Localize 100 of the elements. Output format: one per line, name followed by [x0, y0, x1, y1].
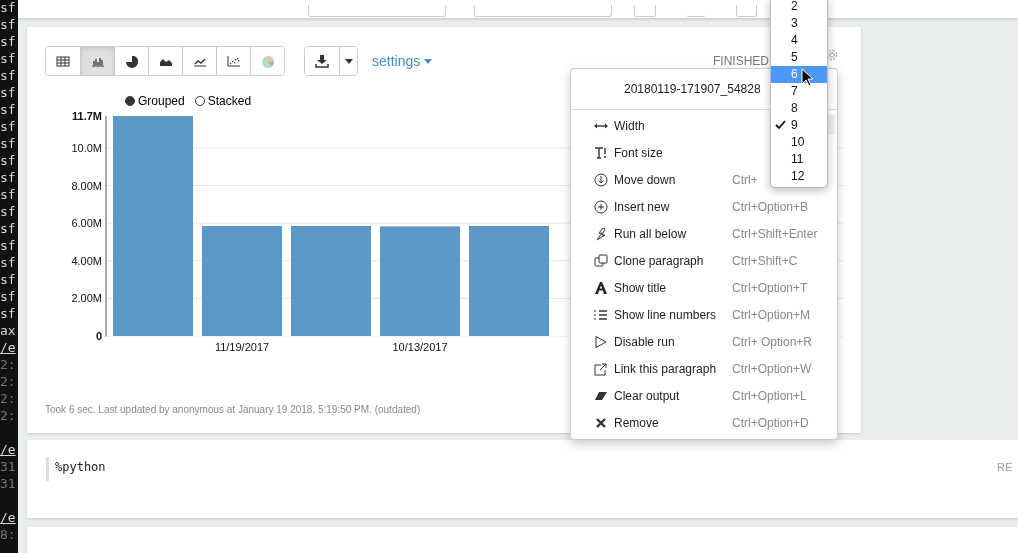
shortcut-text: Ctrl+ [732, 172, 758, 187]
width-option[interactable]: 10 [771, 134, 827, 151]
terminal-text: 2: [0, 407, 17, 424]
width-option[interactable]: 9 [771, 117, 827, 134]
width-option[interactable]: 7 [771, 83, 827, 100]
menu-item-label: Disable run [614, 334, 675, 349]
pie-chart-icon [124, 54, 139, 68]
terminal-text: sf [0, 186, 17, 203]
shortcut-text: Ctrl+Option+W [732, 361, 812, 376]
y-tick-label: 4.00M [71, 254, 102, 267]
caret-icon [344, 58, 353, 64]
terminal-text: sf [0, 169, 17, 186]
terminal-text: /e [0, 441, 17, 458]
y-tick-label: 2.00M [71, 292, 102, 305]
menu-item-label: Width [614, 118, 645, 133]
terminal-text: sf [0, 67, 17, 84]
terminal-text: sf [0, 135, 17, 152]
shortcut-text: Ctrl+ Option+R [732, 334, 813, 349]
y-tick-label: 0 [95, 330, 102, 342]
terminal-text: 2: [0, 390, 17, 407]
pie-chart-icon [260, 54, 275, 68]
terminal-text: /e [0, 339, 17, 356]
close-icon [594, 415, 608, 430]
terminal-text: 31 [0, 458, 17, 475]
width-option[interactable]: 8 [771, 100, 827, 117]
text-size-icon [594, 145, 608, 160]
terminal-text: sf [0, 118, 17, 135]
terminal-text: /e [0, 509, 17, 526]
terminal-text: sf [0, 16, 17, 33]
shortcut-text: Ctrl+Option+T [732, 280, 808, 295]
terminal-text: sf [0, 33, 17, 50]
status-label: RE [997, 461, 1013, 473]
width-option[interactable]: 11 [771, 151, 827, 168]
shortcut-text: Ctrl+Option+L [732, 388, 807, 403]
a-letter-icon [594, 280, 608, 295]
menu-item-label: Move down [614, 172, 676, 187]
settings-icon [825, 48, 839, 62]
terminal-text: sf [0, 84, 17, 101]
terminal-text: sf [0, 237, 17, 254]
terminal-text: sf [0, 271, 17, 288]
shortcut-text: Ctrl+Shift+C [732, 253, 798, 268]
shortcut-text: Ctrl+Option+D [732, 415, 809, 430]
terminal-text: sf [0, 203, 17, 220]
terminal-text: ax [0, 322, 17, 339]
check-icon [775, 120, 786, 130]
y-tick-label: 6.00M [71, 217, 102, 230]
menu-item-label: Run all below [614, 226, 687, 241]
download-icon [315, 54, 329, 68]
shortcut-text: Ctrl+Option+B [732, 199, 809, 214]
terminal-text: sf [0, 101, 17, 118]
plus-circle-icon [594, 199, 608, 214]
menu-title: 20180119-171907_54828 [624, 82, 761, 96]
legend-label: Stacked [207, 94, 252, 108]
terminal-text: sf [0, 254, 17, 271]
toolbar-button[interactable] [308, 5, 446, 17]
width-option[interactable]: 3 [771, 15, 827, 32]
shortcut-text: Ctrl+Option+M [732, 307, 811, 322]
terminal-text: sf [0, 288, 17, 305]
y-tick-label: 11.7M [72, 110, 102, 122]
width-option[interactable]: 2 [771, 0, 827, 15]
share-icon [594, 361, 608, 376]
terminal-text: 31 [0, 475, 17, 492]
radio-button[interactable] [125, 96, 135, 106]
terminal-text: 8: [0, 526, 17, 543]
terminal-text: sf [0, 220, 17, 237]
status-label: FINISHED [713, 54, 769, 68]
toolbar-button[interactable] [634, 5, 656, 17]
caret-icon [424, 58, 433, 64]
cursor-icon [801, 68, 814, 87]
menu-item-label: Clone paragraph [614, 253, 704, 268]
menu-item-label: Show line numbers [614, 307, 717, 322]
toolbar-button[interactable] [736, 5, 757, 17]
toolbar-button[interactable] [474, 5, 612, 17]
legend-label: Grouped [138, 94, 185, 108]
terminal-text: 2: [0, 373, 17, 390]
x-tick-label: 10/13/2017 [392, 341, 448, 353]
dropdown-button[interactable] [339, 47, 357, 75]
menu-item-label: Remove [614, 415, 659, 430]
shortcut-text: Ctrl+Shift+Enter [732, 226, 818, 241]
menu-item-label: Link this paragraph [614, 361, 717, 376]
play-icon [594, 334, 608, 349]
settings-link[interactable]: settings [372, 53, 433, 69]
code-line[interactable]: %python [46, 457, 106, 481]
list-icon [594, 307, 608, 322]
x-tick-label: 11/19/2017 [214, 341, 270, 353]
terminal-text: sf [0, 0, 17, 16]
width-option[interactable]: 4 [771, 32, 827, 49]
width-option[interactable]: 5 [771, 49, 827, 66]
terminal-text: sf [0, 305, 17, 322]
down-circle-icon [594, 172, 608, 187]
menu-item-label: Show title [614, 280, 667, 295]
terminal-text: 2: [0, 356, 17, 373]
copy-icon [594, 253, 608, 268]
menu-item-label: Font size [614, 145, 663, 160]
y-tick-label: 10.0M [71, 141, 102, 154]
width-option[interactable]: 12 [771, 168, 827, 185]
scatter-chart-icon [226, 54, 241, 68]
menu-item-label: Clear output [614, 388, 680, 403]
table-icon [56, 54, 70, 68]
menu-item-label: Insert new [614, 199, 670, 214]
